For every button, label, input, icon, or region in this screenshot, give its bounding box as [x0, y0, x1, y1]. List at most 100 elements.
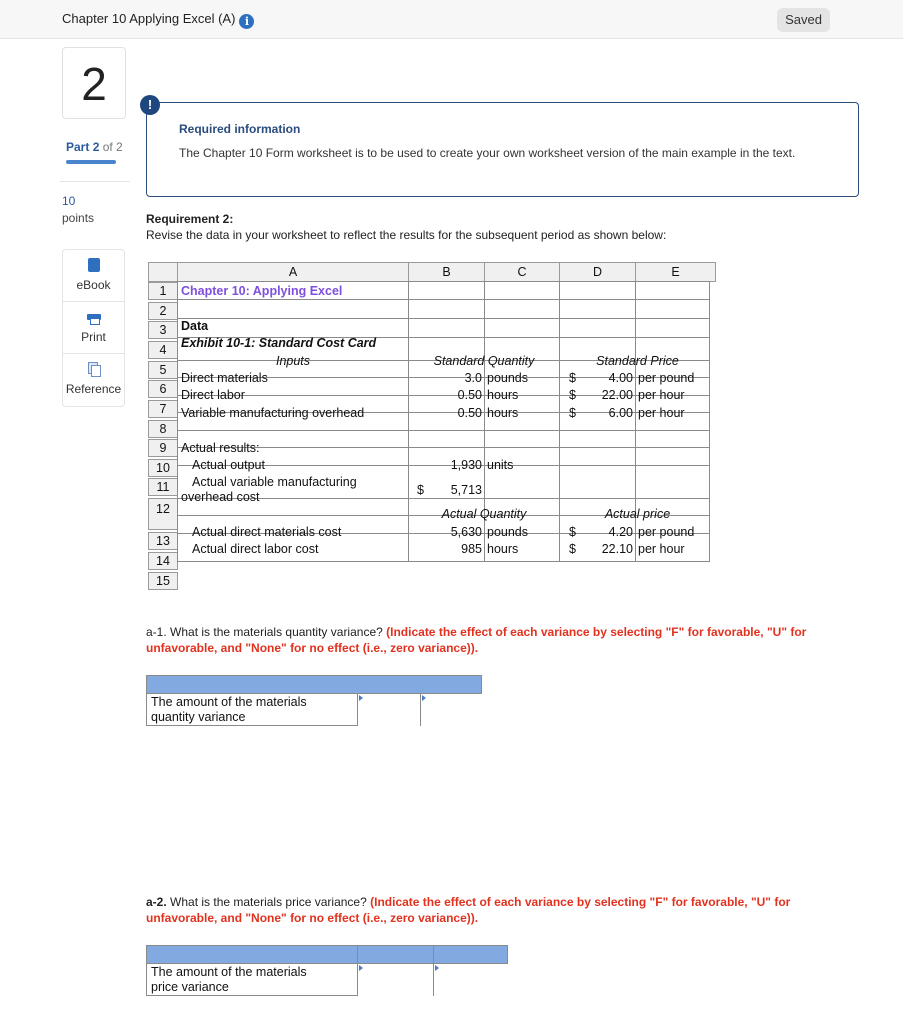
ebook-button[interactable]: eBook: [63, 250, 124, 302]
std-row-label: Direct labor: [181, 388, 245, 402]
actual-row-price: 4.20: [608, 525, 633, 539]
std-row-price: 4.00: [608, 371, 633, 385]
sidebar-divider: [60, 181, 130, 182]
actual-row-price-unit: per pound: [638, 525, 695, 539]
answer-table-a2: The amount of the materials price varian…: [146, 945, 508, 996]
question-a2-text: What is the materials price variance?: [170, 895, 367, 909]
row-header: 10: [148, 459, 178, 477]
std-row-qty: 0.50: [457, 388, 482, 402]
required-information-box: Required information The Chapter 10 Form…: [146, 102, 859, 197]
answer-row-label-line: The amount of the materials: [151, 965, 307, 979]
actual-output-label: Actual output: [192, 458, 265, 472]
points: 10 points: [62, 193, 94, 227]
actual-row-label: Actual direct labor cost: [192, 542, 319, 556]
requirement-text: Revise the data in your worksheet to ref…: [146, 228, 667, 242]
actual-output-unit: units: [487, 458, 514, 472]
standard-quantity-header: Standard Quantity: [433, 354, 535, 368]
question-a2-id: a-2.: [146, 895, 167, 909]
row-header: 9: [148, 439, 178, 457]
answer-table-a1: The amount of the materials quantity var…: [146, 675, 482, 726]
part-progress-bar: [66, 160, 116, 164]
inputs-header: Inputs: [275, 354, 311, 368]
std-row-label: Variable manufacturing overhead: [181, 406, 365, 420]
actual-results-label: Actual results:: [181, 441, 260, 455]
part-current: 2: [92, 140, 100, 154]
actual-row-qty: 985: [461, 542, 482, 556]
materials-quantity-variance-effect-select[interactable]: [420, 694, 482, 726]
std-row-qty-unit: pounds: [487, 371, 529, 385]
assignment-title: Chapter 10 Applying Excel (A) i: [62, 11, 255, 29]
question-number: 2: [62, 47, 126, 119]
row-header: 6: [148, 380, 178, 398]
print-button[interactable]: Print: [63, 302, 124, 354]
answer-table-header: [147, 946, 507, 964]
materials-price-variance-amount-input[interactable]: [357, 964, 433, 996]
header-divider: [357, 946, 358, 964]
question-a1: a-1. What is the materials quantity vari…: [146, 624, 856, 656]
column-header-d: D: [559, 262, 636, 282]
std-row-price-unit: per hour: [638, 406, 685, 420]
required-info-text: The Chapter 10 Form worksheet is to be u…: [179, 146, 796, 160]
question-a1-text: What is the materials quantity variance?: [170, 625, 383, 639]
tools-panel: eBook Print Reference: [62, 249, 125, 407]
actual-vmoh-label-2: overhead cost: [181, 490, 260, 504]
std-row-price-unit: per pound: [638, 371, 695, 385]
answer-row-label-line: The amount of the materials: [151, 695, 307, 709]
info-icon[interactable]: i: [239, 14, 255, 29]
corner-header: [148, 262, 178, 282]
book-icon: [87, 258, 100, 272]
header-divider: [433, 946, 434, 964]
print-label: Print: [81, 330, 106, 344]
part-total: of 2: [102, 140, 123, 154]
actual-vmoh-value: 5,713: [450, 483, 482, 497]
column-header-e: E: [635, 262, 716, 282]
materials-quantity-variance-amount-input[interactable]: [357, 694, 420, 726]
part-label: Part: [66, 140, 90, 154]
sheet-title: Chapter 10: Applying Excel: [181, 284, 343, 298]
ebook-label: eBook: [76, 278, 111, 292]
column-header-c: C: [484, 262, 560, 282]
row-header: 1: [148, 282, 178, 300]
std-row-qty: 0.50: [457, 406, 482, 420]
answer-table-header: [147, 676, 481, 694]
materials-price-variance-effect-select[interactable]: [433, 964, 508, 996]
question-a2: a-2. What is the materials price varianc…: [146, 894, 856, 926]
row-header: 4: [148, 341, 178, 359]
std-row-qty: 3.0: [464, 371, 482, 385]
std-row-label: Direct materials: [181, 371, 268, 385]
row-header: 2: [148, 302, 178, 320]
answer-row-label: The amount of the materials quantity var…: [151, 695, 307, 725]
reference-button[interactable]: Reference: [63, 354, 124, 406]
row-header: 14: [148, 552, 178, 570]
data-label: Data: [181, 319, 209, 333]
row-header: 3: [148, 321, 178, 339]
requirement-heading: Requirement 2:: [146, 212, 234, 226]
actual-row-price: 22.10: [601, 542, 633, 556]
actual-vmoh-label: Actual variable manufacturing: [192, 475, 357, 489]
top-bar: Chapter 10 Applying Excel (A) i Saved: [0, 0, 903, 39]
requirement-2: Requirement 2: Revise the data in your w…: [146, 211, 666, 243]
alert-icon: !: [140, 95, 160, 115]
assignment-title-text: Chapter 10 Applying Excel (A): [62, 11, 236, 26]
reference-icon: [87, 362, 101, 377]
actual-row-label: Actual direct materials cost: [192, 525, 342, 539]
part-indicator: Part 2 of 2: [66, 140, 123, 154]
std-row-price-unit: per hour: [638, 388, 685, 402]
actual-row-price-unit: per hour: [638, 542, 685, 556]
actual-row-qty-unit: hours: [487, 542, 519, 556]
row-header: 5: [148, 361, 178, 379]
reference-label: Reference: [65, 382, 122, 396]
exhibit-label: Exhibit 10-1: Standard Cost Card: [181, 336, 377, 350]
std-row-price: 6.00: [608, 406, 633, 420]
column-header-a: A: [177, 262, 409, 282]
actual-price-header: Actual price: [604, 507, 671, 521]
question-a1-id: a-1.: [146, 625, 167, 639]
row-header: 8: [148, 420, 178, 438]
actual-row-qty: 5,630: [450, 525, 482, 539]
answer-row-label-line: price variance: [151, 980, 229, 994]
actual-row-qty-unit: pounds: [487, 525, 529, 539]
saved-status-badge: Saved: [777, 8, 830, 32]
points-label: points: [62, 211, 95, 225]
points-value: 10: [62, 194, 76, 208]
std-row-price: 22.00: [601, 388, 633, 402]
